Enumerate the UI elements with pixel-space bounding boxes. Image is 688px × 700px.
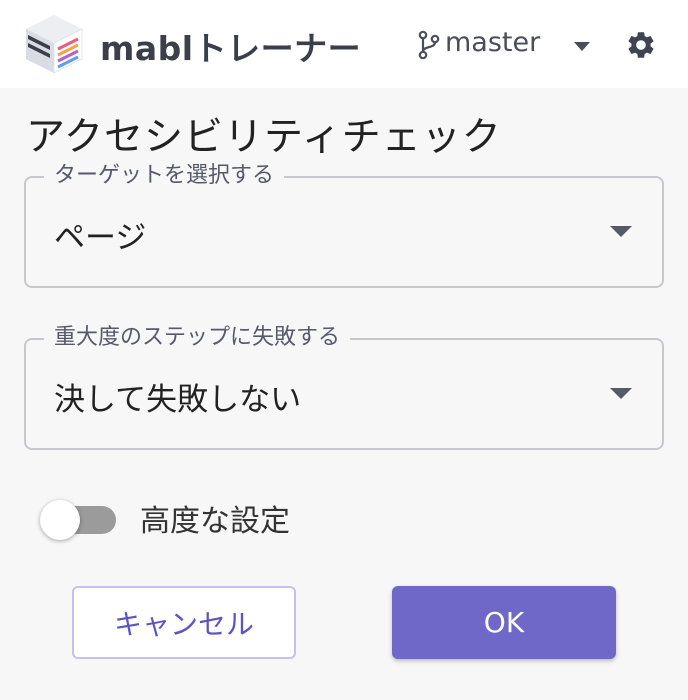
severity-select[interactable]: 重大度のステップに失敗する 決して失敗しない bbox=[24, 321, 664, 450]
target-select-label: ターゲットを選択する bbox=[44, 159, 285, 193]
ok-button[interactable]: OK bbox=[392, 586, 616, 659]
advanced-settings-label[interactable]: 高度な設定 bbox=[140, 496, 290, 540]
target-select-value[interactable]: ページ bbox=[54, 212, 146, 257]
caret-down-icon[interactable] bbox=[574, 42, 590, 52]
dialog-title: アクセシビリティチェック bbox=[26, 115, 502, 160]
gear-icon[interactable] bbox=[625, 29, 657, 61]
app-title: mablトレーナー bbox=[100, 29, 362, 68]
cancel-button[interactable]: キャンセル bbox=[72, 586, 296, 659]
target-select[interactable]: ターゲットを選択する ページ bbox=[24, 159, 664, 288]
git-branch-icon bbox=[418, 30, 440, 60]
caret-down-icon[interactable] bbox=[610, 388, 632, 400]
advanced-settings-toggle[interactable] bbox=[40, 500, 118, 540]
severity-select-value[interactable]: 決して失敗しない bbox=[54, 374, 301, 419]
branch-selector[interactable]: master bbox=[445, 27, 540, 58]
caret-down-icon[interactable] bbox=[610, 226, 632, 238]
severity-select-label: 重大度のステップに失敗する bbox=[44, 321, 351, 355]
mabl-logo-icon bbox=[26, 15, 83, 74]
app-header: mablトレーナー master bbox=[0, 0, 688, 88]
toggle-thumb[interactable] bbox=[40, 500, 80, 540]
